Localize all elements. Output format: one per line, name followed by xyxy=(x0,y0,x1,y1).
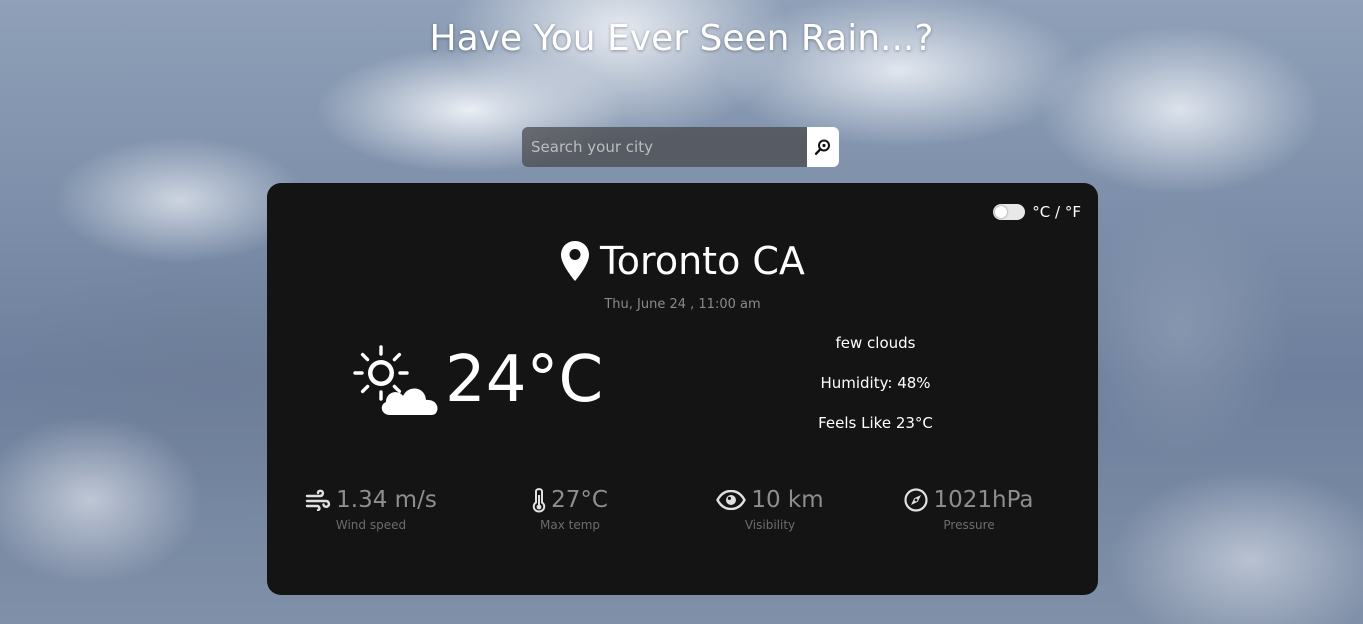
unit-toggle-label: °C / °F xyxy=(1032,203,1081,221)
eye-icon xyxy=(716,490,747,510)
search-input[interactable] xyxy=(522,127,807,167)
pressure-value: 1021hPa xyxy=(933,487,1034,513)
city-name: Toronto CA xyxy=(600,239,805,283)
max-temp-label: Max temp xyxy=(539,518,601,532)
wind-speed-value: 1.34 m/s xyxy=(336,487,437,513)
stat-pressure: 1021hPa Pressure xyxy=(879,487,1059,532)
visibility-value: 10 km xyxy=(751,487,824,513)
stat-max-temp: 27°C Max temp xyxy=(480,487,660,532)
map-pin-icon xyxy=(561,241,590,281)
compass-icon xyxy=(904,488,929,512)
weather-details: few clouds Humidity: 48% Feels Like 23°C xyxy=(767,333,984,453)
unit-toggle-switch[interactable] xyxy=(993,204,1026,220)
thermometer-icon xyxy=(532,488,546,513)
date-time: Thu, June 24 , 11:00 am xyxy=(604,297,761,312)
visibility-label: Visibility xyxy=(744,518,796,532)
wind-icon xyxy=(305,489,331,511)
search-bar xyxy=(522,127,839,167)
humidity-value: Humidity: 48% xyxy=(820,374,931,392)
feels-like-value: Feels Like 23°C xyxy=(818,414,933,432)
location-header: Toronto CA xyxy=(267,239,1098,283)
unit-toggle: °C / °F xyxy=(993,203,1081,221)
search-icon xyxy=(814,139,830,156)
page-title: Have You Ever Seen Rain...? xyxy=(429,18,934,59)
search-button[interactable] xyxy=(807,127,839,167)
max-temp-value: 27°C xyxy=(551,487,608,513)
stat-visibility: 10 km Visibility xyxy=(680,487,860,532)
stat-wind-speed: 1.34 m/s Wind speed xyxy=(281,487,461,532)
partly-cloudy-day-icon xyxy=(353,345,438,415)
weather-card: °C / °F Toronto CA Thu, June 24 , 11:00 … xyxy=(267,183,1098,595)
wind-speed-label: Wind speed xyxy=(335,518,407,532)
pressure-label: Pressure xyxy=(943,518,995,532)
current-temperature: 24°C xyxy=(445,343,604,417)
weather-description: few clouds xyxy=(835,334,916,352)
current-weather: 24°C xyxy=(353,343,603,417)
